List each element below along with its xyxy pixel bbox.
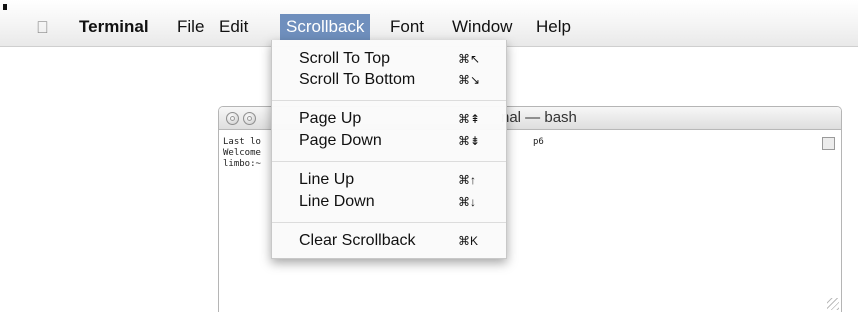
app-menu-terminal[interactable]: Terminal	[73, 14, 155, 40]
menu-item-line-down[interactable]: Line Down ⌘↓	[272, 191, 506, 213]
terminal-line-3: limbo:~	[223, 159, 261, 169]
shortcut-label: ⌘K	[458, 234, 479, 248]
shortcut-label: ⌘⇟	[458, 134, 481, 148]
menu-font[interactable]: Font	[384, 14, 430, 40]
terminal-line-2: Welcome	[223, 148, 261, 158]
close-window-icon[interactable]	[226, 112, 239, 125]
menu-separator	[272, 161, 506, 162]
menu-file[interactable]: File	[171, 14, 210, 40]
menu-item-page-up[interactable]: Page Up ⌘⇞	[272, 108, 506, 130]
window-title: nal — bash	[501, 109, 577, 126]
resize-grip-icon[interactable]	[827, 298, 839, 310]
shortcut-label: ⌘↖	[458, 52, 481, 66]
shortcut-label: ⌘⇞	[458, 112, 481, 126]
shortcut-label: ⌘↓	[458, 195, 476, 209]
menu-item-label: Scroll To Bottom	[299, 71, 416, 88]
menu-item-scroll-to-top[interactable]: Scroll To Top ⌘↖	[272, 48, 506, 70]
menu-separator	[272, 100, 506, 101]
terminal-line-suffix: p6	[533, 137, 544, 147]
scrollback-menu: Scroll To Top ⌘↖ Scroll To Bottom ⌘↘ Pag…	[271, 40, 507, 259]
menu-item-scroll-to-bottom[interactable]: Scroll To Bottom ⌘↘	[272, 69, 506, 91]
menu-item-page-down[interactable]: Page Down ⌘⇟	[272, 130, 506, 152]
shortcut-label: ⌘↘	[458, 73, 481, 87]
shortcut-label: ⌘↑	[458, 173, 476, 187]
terminal-line-1: Last lo	[223, 137, 261, 147]
minimize-window-icon[interactable]	[243, 112, 256, 125]
menu-separator	[272, 222, 506, 223]
menu-scrollback[interactable]: Scrollback	[280, 14, 371, 40]
menu-item-label: Scroll To Top	[299, 50, 391, 67]
screen-corner	[3, 4, 7, 10]
apple-menu-icon[interactable]: 	[36, 18, 49, 38]
menu-item-line-up[interactable]: Line Up ⌘↑	[272, 169, 506, 191]
menu-item-clear-scrollback[interactable]: Clear Scrollback ⌘K	[272, 230, 506, 252]
menu-item-label: Clear Scrollback	[299, 232, 416, 249]
menu-item-label: Line Down	[299, 193, 375, 210]
menu-help[interactable]: Help	[530, 14, 577, 40]
menu-item-label: Page Up	[299, 110, 362, 127]
menu-edit[interactable]: Edit	[213, 14, 254, 40]
menu-item-label: Line Up	[299, 171, 355, 188]
menu-item-label: Page Down	[299, 132, 382, 149]
menu-window[interactable]: Window	[446, 14, 518, 40]
scroll-toggle-icon[interactable]	[822, 137, 835, 150]
